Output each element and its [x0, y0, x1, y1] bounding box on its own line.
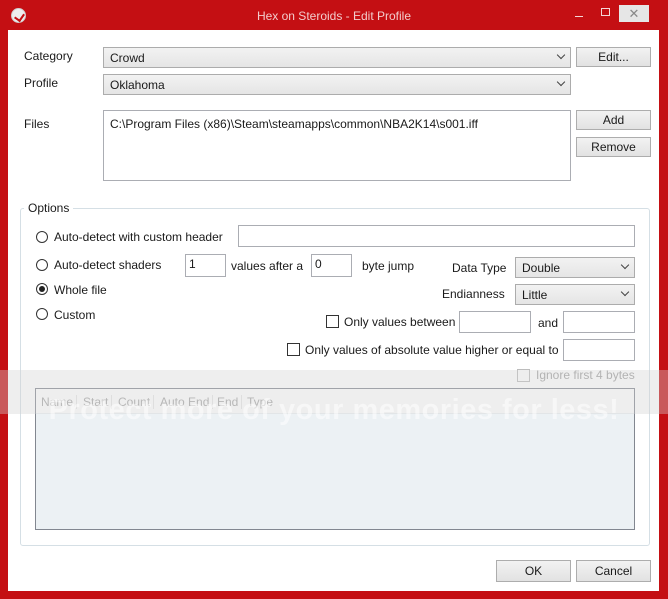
endianness-label: Endianness — [442, 287, 505, 301]
endianness-dropdown[interactable]: Little — [515, 284, 635, 305]
cancel-button[interactable]: Cancel — [576, 560, 651, 582]
radio-custom[interactable] — [36, 308, 48, 320]
close-icon: ✕ — [628, 6, 640, 21]
between-min-input[interactable] — [459, 311, 531, 333]
chevron-down-icon — [556, 77, 566, 87]
profile-dropdown[interactable]: Oklahoma — [103, 74, 571, 95]
ok-button[interactable]: OK — [496, 560, 571, 582]
data-type-value: Double — [522, 261, 561, 275]
dialog-body: Category Crowd Edit... Profile Oklahoma … — [8, 30, 659, 591]
whole-file-label: Whole file — [54, 283, 107, 297]
between-checkbox[interactable] — [326, 315, 339, 328]
edit-category-button[interactable]: Edit... — [576, 47, 651, 67]
profile-value: Oklahoma — [110, 78, 165, 92]
chevron-down-icon — [620, 287, 630, 297]
close-button[interactable]: ✕ — [619, 5, 649, 22]
radio-custom-header[interactable] — [36, 231, 48, 243]
profile-label: Profile — [24, 76, 59, 90]
custom-header-input[interactable] — [238, 225, 635, 247]
between-label: Only values between — [344, 315, 456, 329]
endianness-value: Little — [522, 288, 548, 302]
shaders-label: Auto-detect shaders — [54, 258, 162, 272]
abs-value-label: Only values of absolute value higher or … — [305, 343, 559, 357]
byte-jump-input[interactable]: 0 — [311, 254, 352, 277]
data-type-label: Data Type — [452, 261, 507, 275]
byte-jump-label: byte jump — [362, 259, 415, 273]
maximize-button[interactable] — [593, 4, 619, 24]
category-dropdown[interactable]: Crowd — [103, 47, 571, 68]
files-label: Files — [24, 117, 50, 131]
shader-count-value: 1 — [189, 257, 196, 271]
data-type-dropdown[interactable]: Double — [515, 257, 635, 278]
chevron-down-icon — [620, 260, 630, 270]
byte-jump-value: 0 — [315, 257, 322, 271]
files-list[interactable]: C:\Program Files (x86)\Steam\steamapps\c… — [103, 110, 571, 181]
app-window: Hex on Steroids - Edit Profile ✕ Categor… — [0, 0, 668, 599]
minimize-button[interactable] — [566, 4, 592, 24]
radio-shaders[interactable] — [36, 259, 48, 271]
chevron-down-icon — [556, 50, 566, 60]
minimize-icon — [575, 16, 583, 17]
abs-value-input[interactable] — [563, 339, 635, 361]
title-bar[interactable]: Hex on Steroids - Edit Profile ✕ — [0, 0, 668, 30]
values-after-label: values after a — [231, 259, 304, 273]
options-title: Options — [24, 201, 74, 215]
between-max-input[interactable] — [563, 311, 635, 333]
maximize-icon — [601, 8, 610, 16]
add-file-button[interactable]: Add — [576, 110, 651, 130]
remove-file-button[interactable]: Remove — [576, 137, 651, 157]
radio-whole-file[interactable] — [36, 283, 48, 295]
category-label: Category — [24, 49, 73, 63]
shader-count-input[interactable]: 1 — [185, 254, 226, 277]
custom-header-label: Auto-detect with custom header — [54, 230, 223, 244]
watermark-text: Protect more of your memories for less! — [48, 394, 620, 426]
custom-label: Custom — [54, 308, 96, 322]
list-item[interactable]: C:\Program Files (x86)\Steam\steamapps\c… — [110, 117, 564, 131]
category-value: Crowd — [110, 51, 145, 65]
abs-value-checkbox[interactable] — [287, 343, 300, 356]
and-label: and — [538, 316, 559, 330]
